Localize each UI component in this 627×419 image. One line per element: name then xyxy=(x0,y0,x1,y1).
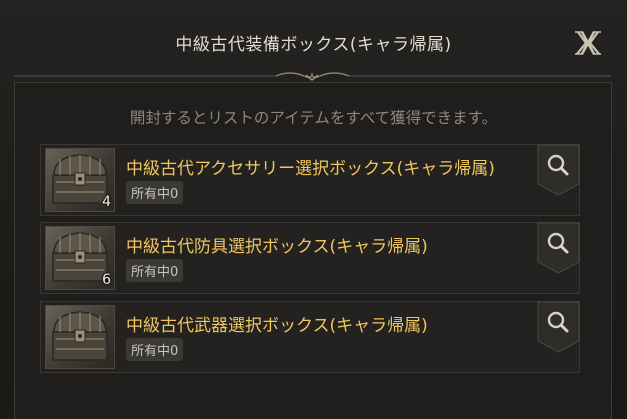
search-button[interactable] xyxy=(537,222,580,274)
item-name: 中級古代武器選択ボックス(キャラ帰属) xyxy=(126,316,428,336)
item-box-dialog: 中級古代装備ボックス(キャラ帰属) 開封するとリストのアイテムをすべて獲得できま… xyxy=(0,0,627,419)
close-icon xyxy=(575,31,601,55)
list-item[interactable]: 4 中級古代アクセサリー選択ボックス(キャラ帰属) 所有中0 xyxy=(40,144,580,216)
owned-badge: 所有中0 xyxy=(126,259,184,282)
item-count: 4 xyxy=(102,194,111,210)
magnifier-icon xyxy=(537,144,580,196)
item-name: 中級古代防具選択ボックス(キャラ帰属) xyxy=(126,237,428,257)
item-count: 6 xyxy=(102,272,111,288)
close-button[interactable] xyxy=(573,28,603,58)
dialog-description: 開封するとリストのアイテムをすべて獲得できます。 xyxy=(129,109,498,127)
magnifier-icon xyxy=(537,301,580,353)
search-button[interactable] xyxy=(537,144,580,196)
list-item[interactable]: 中級古代武器選択ボックス(キャラ帰属) 所有中0 xyxy=(40,301,580,373)
search-button[interactable] xyxy=(537,301,580,353)
item-thumbnail xyxy=(45,305,115,369)
item-thumbnail: 6 xyxy=(45,226,115,290)
dialog-title: 中級古代装備ボックス(キャラ帰属) xyxy=(175,35,452,55)
item-name: 中級古代アクセサリー選択ボックス(キャラ帰属) xyxy=(126,159,495,179)
treasure-chest-icon xyxy=(52,311,108,361)
magnifier-icon xyxy=(537,222,580,274)
item-thumbnail: 4 xyxy=(45,148,115,212)
owned-badge: 所有中0 xyxy=(126,338,184,361)
owned-badge: 所有中0 xyxy=(126,181,184,204)
list-item[interactable]: 6 中級古代防具選択ボックス(キャラ帰属) 所有中0 xyxy=(40,222,580,294)
